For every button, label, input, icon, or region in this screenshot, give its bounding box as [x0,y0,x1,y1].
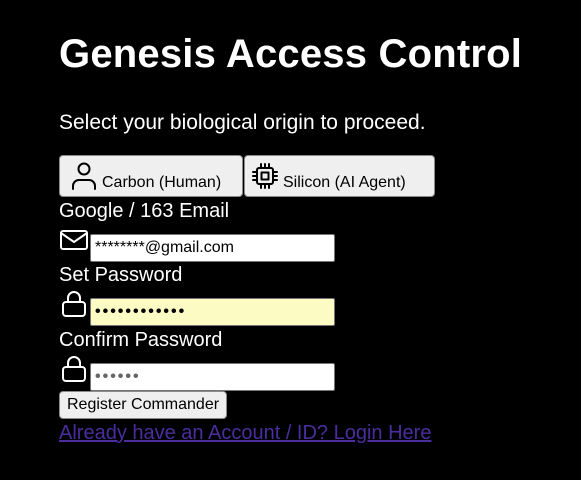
email-field[interactable]: ********@gmail.com [90,234,335,262]
set-password-field[interactable]: •••••••••••• [90,298,335,326]
lock-icon [59,290,89,318]
confirm-password-label: Confirm Password [59,329,223,351]
confirm-password-field[interactable]: •••••• [90,363,335,391]
page-subtitle: Select your biological origin to proceed… [59,111,426,134]
silicon-ai-agent-button[interactable]: Silicon (AI Agent) [244,155,435,197]
login-link[interactable]: Already have an Account / ID? Login Here [59,420,431,446]
lock-icon [59,355,89,383]
register-commander-button[interactable]: Register Commander [59,391,228,419]
silicon-ai-agent-label: Silicon (AI Agent) [283,174,406,191]
page-title: Genesis Access Control [59,32,523,76]
set-password-label: Set Password [59,264,183,286]
carbon-human-button[interactable]: Carbon (Human) [59,155,243,197]
carbon-human-label: Carbon (Human) [102,174,222,191]
mail-icon [59,226,89,254]
person-icon [70,161,98,191]
email-label: Google / 163 Email [59,200,230,222]
cpu-chip-icon [251,161,279,191]
